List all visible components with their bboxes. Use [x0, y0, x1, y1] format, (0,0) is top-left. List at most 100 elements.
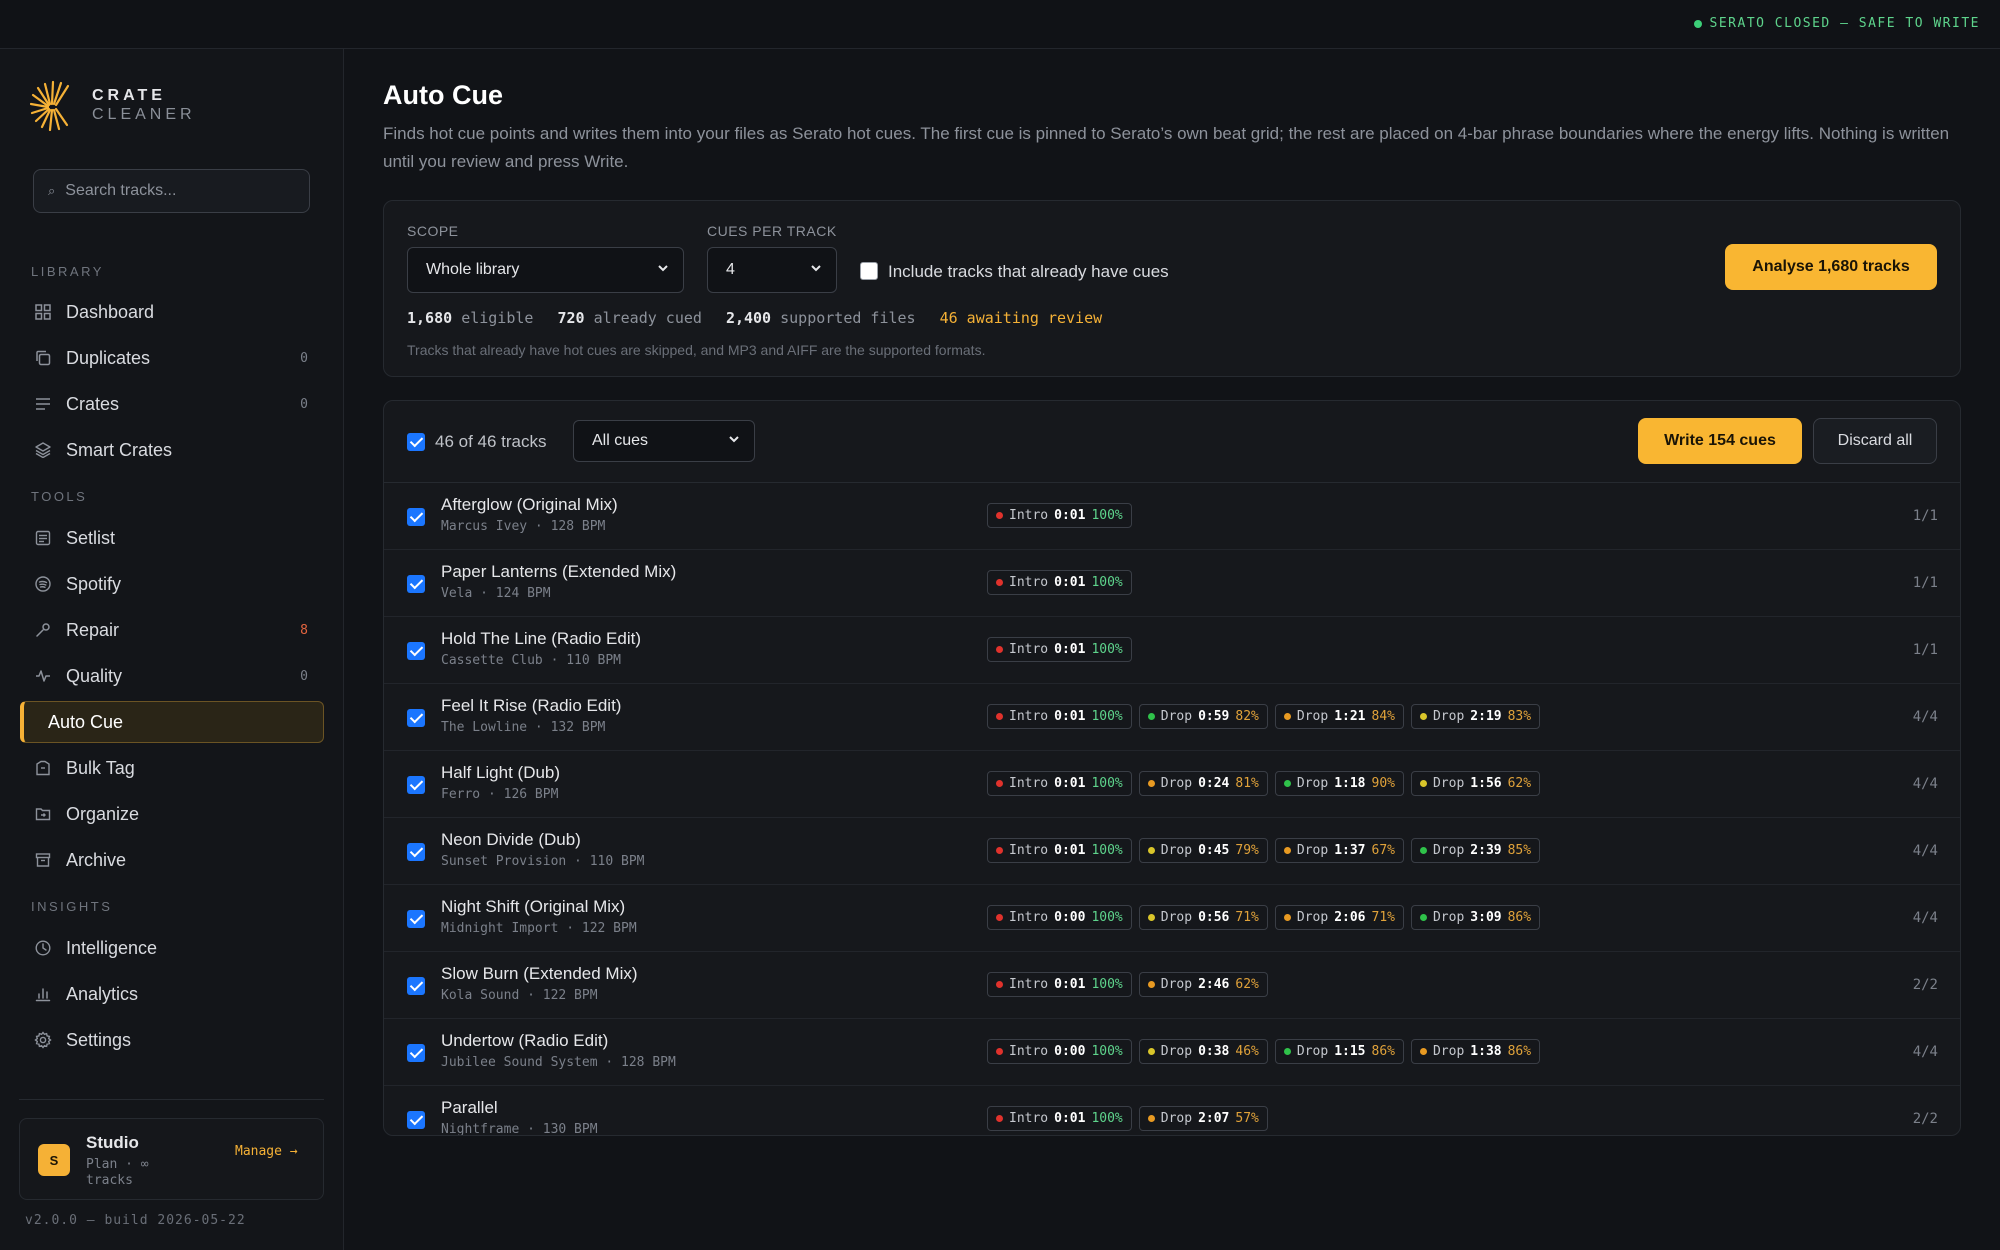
- table-row[interactable]: Half Light (Dub) Ferro · 126 BPM Intro 0:01…: [384, 751, 1960, 818]
- track-checkbox[interactable]: [407, 1111, 425, 1129]
- cue-ratio: 4/4: [1912, 910, 1938, 926]
- analyse-button[interactable]: Analyse 1,680 tracks: [1725, 244, 1937, 290]
- cue-chip[interactable]: Drop 0:24 81%: [1138, 771, 1268, 796]
- sidebar-item-intelligence[interactable]: Intelligence: [20, 927, 324, 969]
- cue-chip[interactable]: Intro 0:00 100%: [987, 905, 1132, 930]
- track-title: Hold The Line (Radio Edit): [441, 629, 642, 648]
- cue-color-dot-icon: [1147, 1115, 1155, 1122]
- section-label-insights: INSIGHTS: [31, 899, 113, 914]
- search-icon: ⌕: [48, 183, 56, 198]
- cue-chip[interactable]: Intro 0:01 100%: [987, 704, 1132, 729]
- sidebar-item-archive[interactable]: Archive: [20, 839, 324, 881]
- sidebar-item-bulk-tag[interactable]: Bulk Tag: [20, 747, 324, 789]
- sidebar-item-smart-crates[interactable]: Smart Crates: [20, 429, 324, 471]
- cue-chip[interactable]: Intro 0:01 100%: [987, 972, 1132, 997]
- sidebar-item-setlist[interactable]: Setlist: [20, 517, 324, 559]
- sidebar-item-label: Dashboard: [66, 301, 155, 322]
- manage-plan-link[interactable]: Manage →: [235, 1143, 298, 1160]
- include-cued-checkbox[interactable]: [860, 262, 878, 280]
- cue-color-dot-icon: [1419, 780, 1427, 787]
- sidebar-item-organize[interactable]: Organize: [20, 793, 324, 835]
- cue-chip[interactable]: Drop 2:19 83%: [1410, 704, 1541, 729]
- table-row[interactable]: Afterglow (Original Mix) Marcus Ivey · 12…: [384, 483, 1960, 550]
- cues-per-track-select[interactable]: 4: [707, 247, 837, 293]
- track-checkbox[interactable]: [407, 709, 425, 727]
- search-box[interactable]: ⌕: [33, 169, 310, 213]
- cue-filter-select[interactable]: All cues: [573, 420, 755, 462]
- track-checkbox[interactable]: [407, 776, 425, 794]
- copy-icon: [34, 349, 52, 367]
- cue-chip[interactable]: Drop 0:45 79%: [1138, 838, 1268, 863]
- sidebar-item-crates[interactable]: Crates 0: [20, 383, 324, 425]
- cue-chip[interactable]: Drop 0:56 71%: [1138, 905, 1268, 930]
- cue-chip[interactable]: Drop 1:21 84%: [1274, 704, 1404, 729]
- cue-name: Intro: [1009, 709, 1049, 724]
- cue-ratio: 1/1: [1912, 575, 1938, 591]
- cue-name: Drop: [1296, 1044, 1329, 1059]
- discard-all-button[interactable]: Discard all: [1813, 418, 1937, 464]
- select-all-checkbox[interactable]: [407, 433, 425, 451]
- sidebar-item-auto-cue[interactable]: Auto Cue: [20, 701, 324, 743]
- cue-chip[interactable]: Intro 0:01 100%: [987, 771, 1132, 796]
- cue-chip[interactable]: Intro 0:01 100%: [987, 570, 1132, 595]
- cue-chip[interactable]: Drop 1:15 86%: [1274, 1039, 1404, 1064]
- cue-chip[interactable]: Intro 0:00 100%: [987, 1039, 1132, 1064]
- cue-chip[interactable]: Drop 1:37 67%: [1274, 838, 1404, 863]
- track-checkbox[interactable]: [407, 843, 425, 861]
- awaiting-review-stat: 46 awaiting review: [939, 309, 1103, 327]
- track-checkbox[interactable]: [407, 642, 425, 660]
- cue-chip[interactable]: Drop 0:59 82%: [1138, 704, 1268, 729]
- sidebar-item-duplicates[interactable]: Duplicates 0: [20, 337, 324, 379]
- tag-icon: [34, 759, 52, 777]
- table-row[interactable]: Paper Lanterns (Extended Mix) Vela · 124 …: [384, 550, 1960, 617]
- table-row[interactable]: Slow Burn (Extended Mix) Kola Sound · 122…: [384, 952, 1960, 1019]
- cue-chip[interactable]: Intro 0:01 100%: [987, 838, 1132, 863]
- cue-time: 1:37: [1334, 843, 1366, 858]
- table-row[interactable]: Night Shift (Original Mix) Midnight Impor…: [384, 885, 1960, 952]
- sidebar-item-dashboard[interactable]: Dashboard: [20, 291, 324, 333]
- brand-logo[interactable]: CRATE CLEANER: [30, 79, 196, 131]
- write-cues-button[interactable]: Write 154 cues: [1638, 418, 1802, 464]
- cue-chip[interactable]: Drop 2:46 62%: [1138, 972, 1268, 997]
- cue-ratio: 4/4: [1912, 776, 1938, 792]
- sidebar-item-settings[interactable]: Settings: [20, 1019, 324, 1061]
- cue-chip[interactable]: Intro 0:01 100%: [987, 637, 1132, 662]
- cue-chip[interactable]: Drop 1:56 62%: [1410, 771, 1541, 796]
- plan-subtitle: Plan · ∞ tracks: [86, 1157, 149, 1188]
- cue-chip[interactable]: Drop 1:18 90%: [1274, 771, 1404, 796]
- sidebar-item-analytics[interactable]: Analytics: [20, 973, 324, 1015]
- cue-chip[interactable]: Drop 2:06 71%: [1274, 905, 1404, 930]
- track-checkbox[interactable]: [407, 1044, 425, 1062]
- cue-color-dot-icon: [1283, 1048, 1291, 1055]
- track-checkbox[interactable]: [407, 910, 425, 928]
- cue-chip[interactable]: Drop 2:07 57%: [1138, 1106, 1268, 1131]
- table-row[interactable]: Neon Divide (Dub) Sunset Provision · 110 …: [384, 818, 1960, 885]
- track-artist-bpm: Ferro · 126 BPM: [441, 787, 559, 802]
- track-checkbox[interactable]: [407, 977, 425, 995]
- track-checkbox[interactable]: [407, 508, 425, 526]
- cue-name: Drop: [1160, 843, 1193, 858]
- table-row[interactable]: Feel It Rise (Radio Edit) The Lowline · 1…: [384, 684, 1960, 751]
- cue-chip[interactable]: Intro 0:01 100%: [987, 503, 1132, 528]
- search-input[interactable]: [65, 182, 286, 200]
- cue-confidence: 83%: [1507, 709, 1532, 724]
- table-row[interactable]: Undertow (Radio Edit) Jubilee Sound Syste…: [384, 1019, 1960, 1086]
- cue-chip[interactable]: Intro 0:01 100%: [987, 1106, 1132, 1131]
- cue-chip[interactable]: Drop 2:39 85%: [1410, 838, 1541, 863]
- sidebar-item-spotify[interactable]: Spotify: [20, 563, 324, 605]
- cue-chip[interactable]: Drop 1:38 86%: [1410, 1039, 1541, 1064]
- sidebar-item-repair[interactable]: Repair 8: [20, 609, 324, 651]
- brand-line2: CLEANER: [92, 106, 196, 123]
- sidebar-item-quality[interactable]: Quality 0: [20, 655, 324, 697]
- cue-chip[interactable]: Drop 0:38 46%: [1138, 1039, 1268, 1064]
- table-row[interactable]: Hold The Line (Radio Edit) Cassette Club …: [384, 617, 1960, 684]
- table-row[interactable]: Parallel Nightframe · 130 BPM Intro 0:01 100…: [384, 1086, 1960, 1135]
- track-artist-bpm: Cassette Club · 110 BPM: [441, 653, 622, 668]
- cue-chip[interactable]: Drop 3:09 86%: [1410, 905, 1541, 930]
- sidebar-item-label: Organize: [66, 803, 140, 824]
- cue-time: 1:15: [1334, 1044, 1366, 1059]
- serato-status: SERATO CLOSED — SAFE TO WRITE: [1693, 16, 1980, 31]
- supported-stat: 2,400 supported files: [726, 309, 916, 327]
- scope-select[interactable]: Whole library: [407, 247, 684, 293]
- track-checkbox[interactable]: [407, 575, 425, 593]
